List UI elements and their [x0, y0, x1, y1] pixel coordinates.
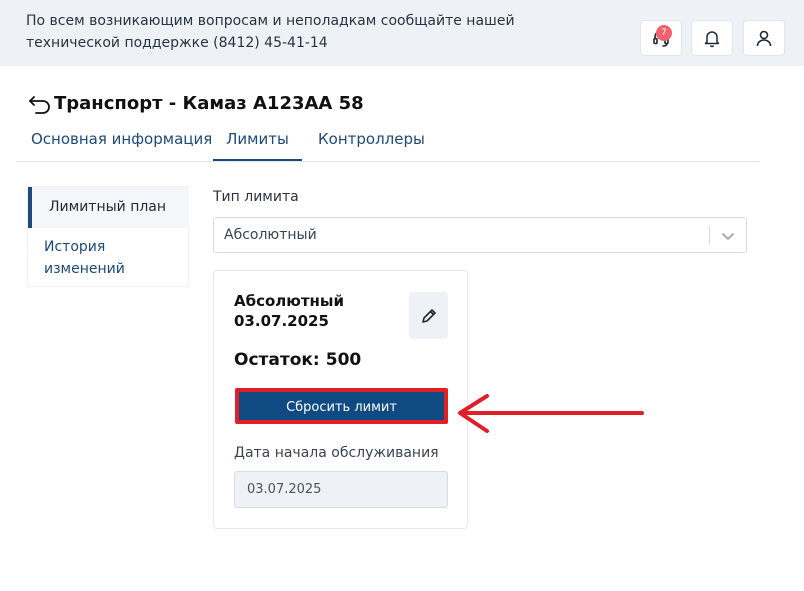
top-bar: По всем возникающим вопросам и неполадка…: [0, 0, 804, 66]
support-badge: 7: [656, 25, 672, 41]
side-item-history[interactable]: История изменений: [44, 236, 184, 280]
remaining-label: Остаток:: [234, 350, 320, 370]
back-arrow-icon[interactable]: [28, 92, 52, 114]
edit-limit-button[interactable]: [409, 292, 448, 339]
side-item-limit-plan[interactable]: Лимитный план: [28, 187, 189, 228]
support-button[interactable]: 7: [640, 20, 682, 56]
page-header: Транспорт - Камаз А123АА 58: [28, 90, 364, 116]
page-title: Транспорт - Камаз А123АА 58: [54, 92, 364, 114]
reset-limit-button[interactable]: Сбросить лимит: [236, 389, 447, 423]
service-date-field[interactable]: 03.07.2025: [234, 471, 448, 508]
limit-card-date: 03.07.2025: [234, 312, 329, 330]
remaining-value: 500: [325, 350, 362, 370]
limit-type-select[interactable]: Абсолютный: [213, 217, 747, 253]
tab-bar: Основная информация Лимиты Контроллеры: [16, 118, 760, 162]
limit-card-title: Абсолютный: [234, 292, 344, 310]
tab-limits[interactable]: Лимиты: [213, 118, 302, 161]
limit-card: Абсолютный 03.07.2025 Остаток: 500 Сброси…: [213, 270, 468, 529]
side-menu: Лимитный план История изменений: [27, 186, 189, 287]
support-message: По всем возникающим вопросам и неполадка…: [26, 13, 515, 51]
select-divider: [709, 226, 710, 245]
profile-button[interactable]: [743, 20, 785, 56]
remaining: Остаток: 500: [234, 350, 361, 370]
tab-main-info[interactable]: Основная информация: [31, 118, 212, 161]
bell-icon: [704, 31, 720, 48]
user-icon: [756, 30, 772, 47]
limit-type-value: Абсолютный: [224, 227, 317, 243]
chevron-down-icon[interactable]: [720, 228, 736, 244]
pencil-icon: [421, 308, 436, 323]
notifications-button[interactable]: [691, 20, 733, 56]
annotation-arrow: [458, 394, 644, 433]
service-date-label: Дата начала обслуживания: [234, 445, 439, 461]
tab-controllers[interactable]: Контроллеры: [318, 118, 425, 161]
limit-type-label: Тип лимита: [213, 189, 299, 205]
